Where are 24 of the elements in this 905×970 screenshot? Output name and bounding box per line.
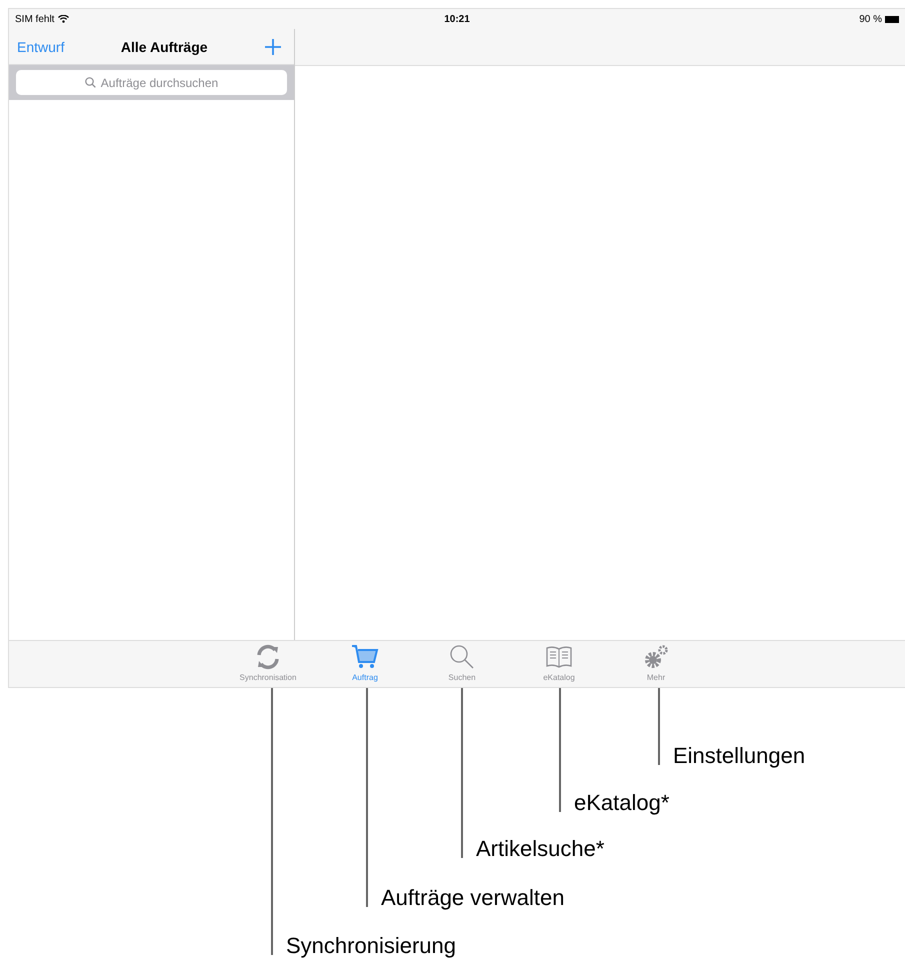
tab-item[interactable]: Auftrag bbox=[316, 641, 414, 687]
add-icon[interactable] bbox=[264, 38, 282, 56]
nav-title: Alle Aufträge bbox=[120, 38, 208, 54]
callout-label: Synchronisierung bbox=[286, 933, 456, 959]
search-field[interactable]: Aufträge durchsuchen bbox=[16, 70, 287, 95]
clock-time: 10:21 bbox=[444, 14, 470, 24]
callout-label: Artikelsuche* bbox=[476, 836, 604, 862]
gears-icon bbox=[642, 644, 670, 670]
callout-label: Aufträge verwalten bbox=[381, 885, 564, 911]
draft-button[interactable]: Entwurf bbox=[17, 38, 64, 54]
tab-item[interactable]: Suchen bbox=[414, 641, 510, 687]
book-icon bbox=[545, 644, 573, 670]
battery-percent: 90 % bbox=[859, 14, 882, 24]
carrier-label: SIM fehlt bbox=[15, 14, 444, 24]
callout-label: eKatalog* bbox=[574, 790, 670, 816]
tab-item[interactable]: Synchronisation bbox=[220, 641, 316, 687]
tab-item[interactable]: eKatalog bbox=[510, 641, 608, 687]
cart-icon bbox=[351, 644, 379, 670]
search-icon bbox=[448, 644, 476, 670]
battery-icon bbox=[885, 16, 899, 22]
wifi-icon bbox=[58, 15, 70, 23]
callout-label: Einstellungen bbox=[673, 743, 806, 769]
search-icon bbox=[84, 77, 96, 88]
tab-item[interactable]: Mehr bbox=[608, 641, 704, 687]
